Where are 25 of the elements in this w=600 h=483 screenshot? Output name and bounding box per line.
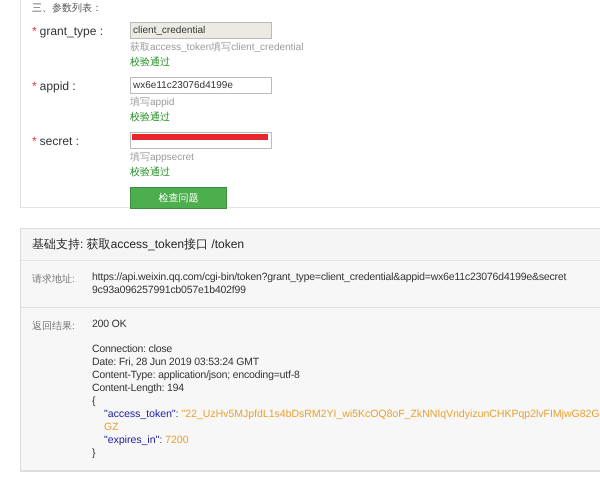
json-brace: { [92, 395, 96, 408]
field-hint: 获取access_token填写client_credential [130, 40, 304, 54]
json-entry: "access_token": "22_UzHv5MJpfdL1s4bDsRM2YI_wi5KcOQ8oF_ZkNNIqVndyizunCHKPqp2lvFIMjwG82GGZ [103, 408, 600, 434]
request-label: 请求地址: [32, 272, 76, 287]
response-header: Content-Length: 194 [92, 382, 185, 395]
field-label: * grant_type : [32, 23, 104, 40]
json-brace: } [92, 447, 96, 460]
validation-message: 校验通过 [130, 166, 171, 179]
request-url: 9c93a096257991cb057e1b402f99 [92, 284, 247, 297]
response-header: Connection: close [92, 343, 174, 356]
response-status: 200 OK [92, 318, 128, 331]
field-label: * appid : [32, 78, 77, 95]
input-field[interactable]: wx6e11c23076d4199e [130, 77, 272, 94]
request-url: https://api.weixin.qq.com/cgi-bin/token?grant_type=client_credential&appid=wx6e11c23076d4199e&secret [92, 271, 568, 284]
response-header: Content-Type: application/json; encoding=utf-8 [92, 369, 301, 382]
validation-message: 校验通过 [130, 56, 171, 69]
input-field[interactable] [130, 132, 272, 149]
json-entry: "expires_in": 7200 [103, 434, 190, 447]
validation-message: 校验通过 [130, 110, 171, 124]
field-hint: 填写appid [130, 96, 176, 109]
section-heading: 三、参数列表： [32, 2, 103, 14]
response-label: 返回结果: [32, 320, 76, 334]
response-header: Date: Fri, 28 Jun 2019 03:53:24 GMT [92, 356, 260, 369]
field-hint: 填写appsecret [130, 150, 195, 164]
field-label: * secret : [32, 133, 80, 150]
